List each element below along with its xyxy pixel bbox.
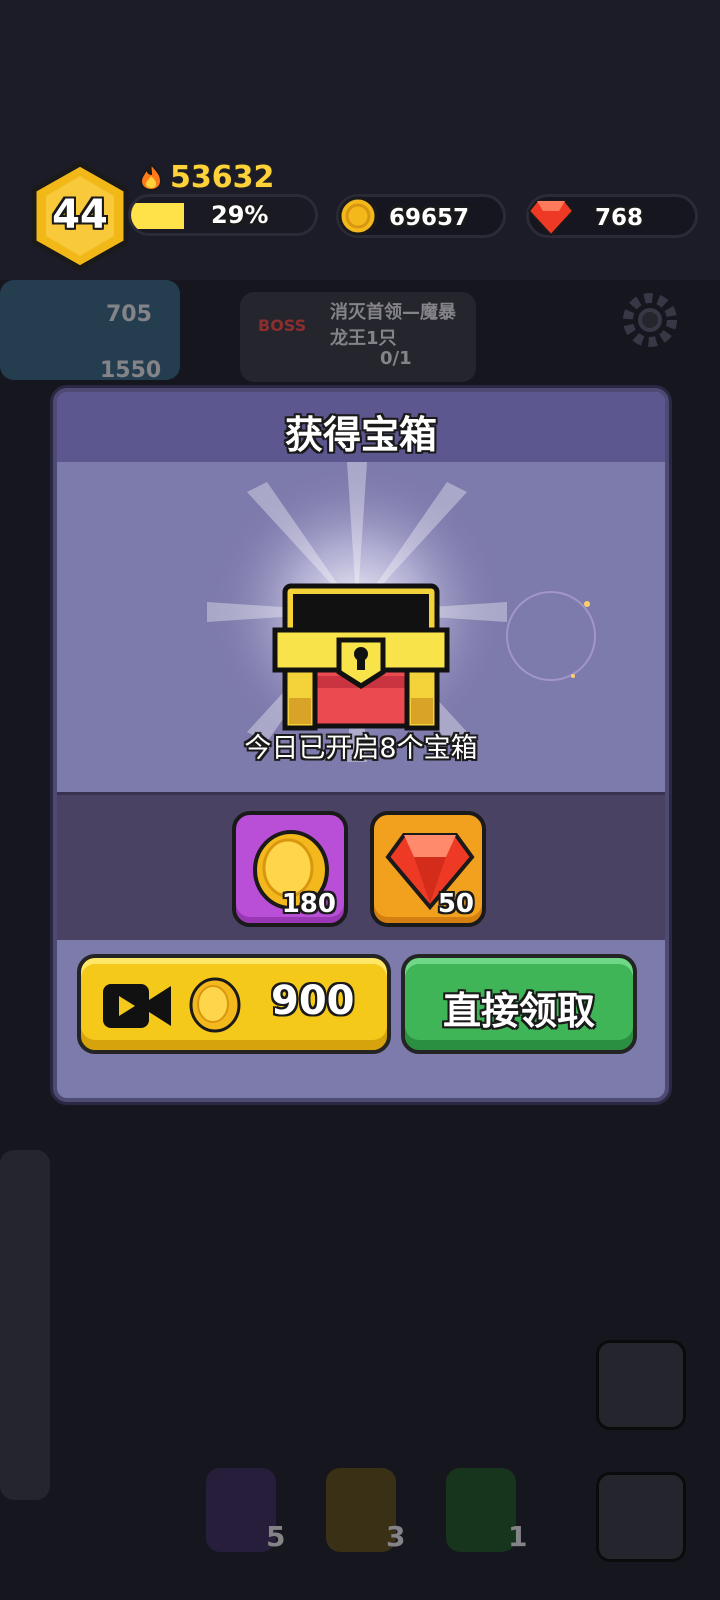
- chest-reward-dialog: 获得宝箱 今日已开启8个宝箱 180 50 900 直接领取: [53, 388, 669, 1102]
- xp-bar-fill: [131, 203, 185, 229]
- treasure-chest-icon: [272, 583, 450, 731]
- watch-video-claim-button[interactable]: 900: [77, 954, 391, 1054]
- video-claim-amount: 900: [271, 978, 355, 1024]
- coin-icon: [189, 977, 241, 1033]
- player-level: 44: [52, 192, 108, 238]
- gem-icon: [527, 200, 575, 237]
- reward-gem-amount: 50: [437, 889, 474, 919]
- gem-amount: 768: [595, 205, 644, 231]
- dialog-title: 获得宝箱: [284, 413, 437, 457]
- power-value: 53632: [170, 159, 275, 195]
- xp-percent: 29%: [211, 201, 269, 229]
- sparkle-ring-effect: [506, 591, 596, 681]
- coin-icon: [338, 196, 378, 236]
- claim-directly-button[interactable]: 直接领取: [401, 954, 637, 1054]
- combat-power: 53632: [138, 159, 275, 195]
- gem-counter[interactable]: 768: [526, 194, 698, 238]
- chests-opened-today: 今日已开启8个宝箱: [244, 733, 478, 764]
- reward-coin-amount: 180: [281, 889, 336, 919]
- reward-gem[interactable]: 50: [370, 811, 486, 927]
- dialog-header: 获得宝箱: [57, 392, 665, 462]
- claim-button-label: 直接领取: [442, 989, 595, 1033]
- top-hud: 44 53632 29% 69657 768: [0, 0, 720, 280]
- video-camera-icon: [103, 984, 171, 1028]
- reward-coin[interactable]: 180: [232, 811, 348, 927]
- fire-icon: [139, 162, 163, 192]
- xp-bar: 29%: [128, 194, 318, 236]
- rewards-strip: 180 50: [57, 792, 665, 940]
- coin-counter[interactable]: 69657: [336, 194, 506, 238]
- coin-amount: 69657: [389, 205, 470, 231]
